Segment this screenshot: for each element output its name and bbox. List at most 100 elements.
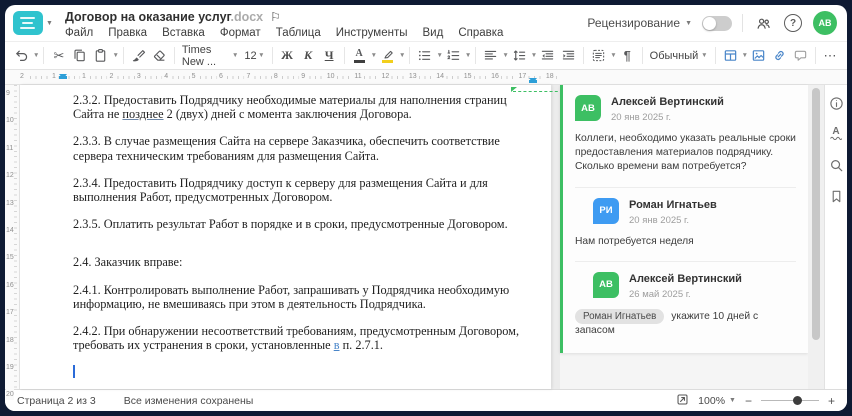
comment-author: Алексей Вертинский [629, 272, 742, 285]
user-avatar[interactable]: АВ [813, 11, 837, 35]
insert-image-button[interactable] [748, 45, 769, 67]
vertical-ruler: 9 10 11 12 13 14 15 16 17 18 19 20 [5, 85, 20, 401]
menu-view[interactable]: Вид [423, 27, 444, 39]
avatar: АВ [575, 95, 601, 121]
insert-link-button[interactable] [769, 45, 790, 67]
paragraph-2-3-2: 2.3.2. Предоставить Подрядчику необходим… [73, 93, 507, 122]
zoom-in-button[interactable]: + [828, 395, 835, 407]
toolbar-more-button[interactable]: ⋯ [820, 45, 841, 67]
undo-dropdown[interactable]: ▼ [33, 52, 39, 59]
bullet-list-button[interactable] [414, 45, 435, 67]
comments-panel: АВ Алексей Вертинский 20 янв 2025 г. Кол… [560, 85, 808, 389]
text-cursor [73, 365, 75, 379]
insert-table-button[interactable] [720, 45, 741, 67]
menu-insert[interactable]: Вставка [162, 27, 205, 39]
paragraph-2-4-1: 2.4.1. Контролировать выполнение Работ, … [73, 282, 510, 311]
bookmark-icon[interactable] [828, 188, 844, 204]
font-family-select[interactable]: Times New ... ▼ [179, 44, 242, 68]
italic-button[interactable]: К [298, 45, 319, 67]
numbered-list-dropdown[interactable]: ▼ [465, 52, 471, 59]
comment-root: АВ Алексей Вертинский 20 янв 2025 г. Кол… [575, 95, 796, 175]
zoom-slider-thumb[interactable] [792, 396, 802, 405]
comment-thread[interactable]: АВ Алексей Вертинский 20 янв 2025 г. Кол… [560, 85, 808, 353]
title-block: Договор на оказание услуг.docx ⚐ Файл Пр… [65, 5, 504, 41]
app-menu-button[interactable]: ▼ [13, 10, 53, 36]
paragraph-settings-button[interactable] [588, 45, 609, 67]
underline-button[interactable]: Ч [319, 45, 340, 67]
zoom-slider[interactable] [760, 396, 819, 406]
paste-dropdown[interactable]: ▼ [112, 52, 118, 59]
menu-table[interactable]: Таблица [276, 27, 321, 39]
fit-width-icon[interactable] [676, 393, 689, 409]
comment-reply: РИ Роман Игнатьев 20 янв 2025 г. Нам пот… [575, 186, 796, 249]
align-left-button[interactable] [480, 45, 501, 67]
align-dropdown[interactable]: ▼ [502, 52, 508, 59]
mention-chip[interactable]: Роман Игнатьев [575, 308, 665, 325]
menu-format[interactable]: Формат [220, 27, 261, 39]
chevron-down-icon: ▼ [46, 19, 53, 27]
right-sidebar: А [824, 85, 847, 389]
comment-text: Коллеги, необходимо указать реальные сро… [575, 133, 796, 173]
highlight-color-button[interactable] [377, 45, 398, 67]
comment-anchor-arrow-icon [511, 87, 517, 92]
paragraph-2-3-4: 2.3.4. Предоставить Подрядчику доступ к … [73, 175, 488, 205]
undo-button[interactable] [11, 45, 32, 67]
menu-bar: Файл Правка Вставка Формат Таблица Инстр… [65, 25, 504, 41]
paragraph-2-3-5: 2.3.5. Оплатить результат Работ в порядк… [73, 217, 508, 232]
indent-marker-left[interactable] [59, 74, 67, 79]
comment-author: Алексей Вертинский [611, 96, 724, 108]
avatar: РИ [593, 197, 619, 224]
menu-help[interactable]: Справка [458, 27, 503, 39]
clear-format-eraser-icon[interactable] [149, 45, 170, 67]
commented-text[interactable]: позднее [122, 107, 163, 121]
zoom-out-button[interactable]: − [745, 395, 752, 407]
main-area: 9 10 11 12 13 14 15 16 17 18 19 20 2.3.2. Предостав… [5, 85, 847, 401]
collaborators-icon[interactable] [753, 13, 773, 33]
document-text: 2.3.2. Предоставить Подрядчику необходим… [73, 93, 538, 379]
horizontal-ruler: 2 1 1 2 3 4 5 6 7 8 9 10 11 12 13 14 15 16 17 18 [5, 70, 847, 85]
indent-marker-right[interactable] [529, 78, 537, 83]
scrollbar-track[interactable] [808, 85, 824, 389]
paragraph-settings-dropdown[interactable]: ▼ [610, 52, 616, 59]
bullet-list-dropdown[interactable]: ▼ [436, 52, 442, 59]
review-toggle[interactable] [702, 15, 732, 31]
page-indicator: Страница 2 из 3 [17, 394, 96, 407]
spellcheck-icon[interactable]: А [828, 126, 844, 142]
paragraph-style-select[interactable]: Обычный ▼ [647, 45, 711, 67]
insert-comment-button[interactable] [790, 45, 811, 67]
divider [742, 14, 743, 32]
cut-button[interactable]: ✂ [48, 45, 69, 67]
menu-edit[interactable]: Правка [108, 27, 147, 39]
show-formatting-marks-button[interactable]: ¶ [617, 45, 638, 67]
numbered-list-button[interactable] [443, 45, 464, 67]
comment-text: Роман Игнатьев укажите 10 дней с запасом [575, 308, 759, 337]
app-window: ▼ Договор на оказание услуг.docx ⚐ Файл … [5, 5, 847, 411]
comment-date: 26 май 2025 г. [629, 288, 691, 300]
ruler-ticks [19, 76, 557, 79]
bold-button[interactable]: Ж [277, 45, 298, 67]
paste-button[interactable] [90, 45, 111, 67]
font-size-select[interactable]: 12 ▼ [241, 45, 267, 67]
scrollbar-thumb[interactable] [812, 88, 820, 340]
comment-author: Роман Игнатьев [629, 198, 717, 211]
increase-indent-button[interactable] [558, 45, 579, 67]
line-spacing-button[interactable] [509, 45, 530, 67]
menu-file[interactable]: Файл [65, 27, 93, 39]
document-page[interactable]: 2.3.2. Предоставить Подрядчику необходим… [20, 85, 551, 389]
decrease-indent-button[interactable] [537, 45, 558, 67]
help-icon[interactable]: ? [783, 13, 803, 33]
highlight-color-dropdown[interactable]: ▼ [399, 52, 405, 59]
format-painter-icon[interactable] [128, 45, 149, 67]
font-color-button[interactable]: А [349, 45, 370, 67]
document-canvas: 2.3.2. Предоставить Подрядчику необходим… [20, 85, 560, 389]
copy-button[interactable] [69, 45, 90, 67]
comment-reply: АВ Алексей Вертинский 26 май 2025 г. Ром… [575, 260, 796, 339]
menu-tools[interactable]: Инструменты [336, 27, 408, 39]
document-title: Договор на оказание услуг.docx [64, 9, 264, 24]
review-mode-dropdown[interactable]: Рецензирование ▼ [587, 16, 692, 30]
zoom-level-dropdown[interactable]: 100% ▼ [698, 395, 736, 407]
search-icon[interactable] [828, 157, 844, 173]
header-right: Рецензирование ▼ ? АВ [587, 5, 837, 41]
info-icon[interactable] [828, 95, 844, 111]
flag-icon[interactable]: ⚐ [270, 11, 281, 23]
